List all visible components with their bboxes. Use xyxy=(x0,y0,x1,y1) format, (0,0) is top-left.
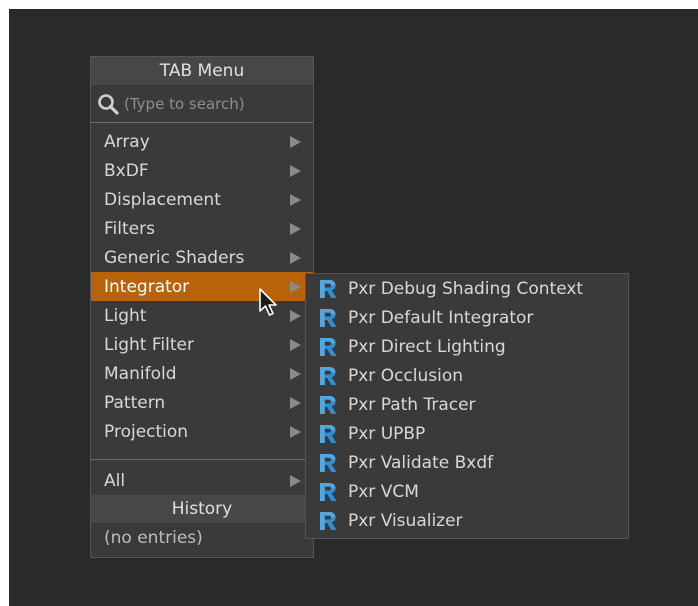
renderman-r-icon xyxy=(320,424,337,443)
submenu-item-pxr-upbp[interactable]: Pxr UPBP xyxy=(306,419,628,448)
submenu-item-label: Pxr Default Integrator xyxy=(348,307,534,328)
category-item-manifold[interactable]: Manifold xyxy=(91,359,313,388)
submenu-item-pxr-validate-bxdf[interactable]: Pxr Validate Bxdf xyxy=(306,448,628,477)
search-bar[interactable] xyxy=(91,85,313,123)
history-title: History xyxy=(91,495,313,523)
submenu-item-pxr-path-tracer[interactable]: Pxr Path Tracer xyxy=(306,390,628,419)
category-label: Integrator xyxy=(104,276,190,297)
category-label: Filters xyxy=(104,218,155,239)
category-label: Pattern xyxy=(104,392,166,413)
submenu-item-label: Pxr Debug Shading Context xyxy=(348,278,584,299)
category-label: Array xyxy=(104,131,150,152)
renderman-r-icon xyxy=(320,482,337,501)
submenu-item-label: Pxr Path Tracer xyxy=(348,394,476,415)
submenu-arrow-icon xyxy=(290,280,301,293)
submenu-item-pxr-vcm[interactable]: Pxr VCM xyxy=(306,477,628,506)
submenu-item-label: Pxr Direct Lighting xyxy=(348,336,506,357)
category-label: Displacement xyxy=(104,189,221,210)
submenu-arrow-icon xyxy=(290,164,301,177)
submenu-arrow-icon xyxy=(290,222,301,235)
category-item-projection[interactable]: Projection xyxy=(91,417,313,446)
renderman-r-icon xyxy=(320,366,337,385)
menu-divider xyxy=(91,459,313,460)
category-label: Light xyxy=(104,305,147,326)
category-item-array[interactable]: Array xyxy=(91,127,313,156)
category-item-displacement[interactable]: Displacement xyxy=(91,185,313,214)
integrator-submenu: Pxr Debug Shading Context Pxr Default Int… xyxy=(305,273,629,539)
category-item-all[interactable]: All xyxy=(91,466,313,495)
tab-menu: TAB Menu Array BxDF Displacement Filters… xyxy=(90,56,314,558)
submenu-item-label: Pxr Validate Bxdf xyxy=(348,452,494,473)
renderman-r-icon xyxy=(320,308,337,327)
submenu-arrow-icon xyxy=(290,474,301,487)
renderman-r-icon xyxy=(320,453,337,472)
submenu-arrow-icon xyxy=(290,309,301,322)
submenu-item-label: Pxr VCM xyxy=(348,481,419,502)
category-item-filters[interactable]: Filters xyxy=(91,214,313,243)
submenu-item-pxr-debug-shading-context[interactable]: Pxr Debug Shading Context xyxy=(306,274,628,303)
submenu-arrow-icon xyxy=(290,425,301,438)
renderman-r-icon xyxy=(320,511,337,530)
renderman-r-icon xyxy=(320,279,337,298)
category-item-light-filter[interactable]: Light Filter xyxy=(91,330,313,359)
category-item-pattern[interactable]: Pattern xyxy=(91,388,313,417)
category-label: Light Filter xyxy=(104,334,194,355)
category-item-bxdf[interactable]: BxDF xyxy=(91,156,313,185)
submenu-item-label: Pxr UPBP xyxy=(348,423,426,444)
category-label: All xyxy=(104,470,126,491)
category-item-generic-shaders[interactable]: Generic Shaders xyxy=(91,243,313,272)
submenu-item-pxr-default-integrator[interactable]: Pxr Default Integrator xyxy=(306,303,628,332)
renderman-r-icon xyxy=(320,395,337,414)
renderman-r-icon xyxy=(320,337,337,356)
category-label: Manifold xyxy=(104,363,177,384)
submenu-arrow-icon xyxy=(290,367,301,380)
submenu-item-label: Pxr Occlusion xyxy=(348,365,464,386)
submenu-arrow-icon xyxy=(290,251,301,264)
submenu-item-pxr-direct-lighting[interactable]: Pxr Direct Lighting xyxy=(306,332,628,361)
category-list: Array BxDF Displacement Filters Generic … xyxy=(91,123,313,446)
submenu-item-pxr-visualizer[interactable]: Pxr Visualizer xyxy=(306,506,628,535)
category-label: Generic Shaders xyxy=(104,247,245,268)
submenu-arrow-icon xyxy=(290,396,301,409)
submenu-arrow-icon xyxy=(290,135,301,148)
submenu-arrow-icon xyxy=(290,338,301,351)
history-empty-text: (no entries) xyxy=(104,528,203,548)
search-icon xyxy=(98,93,119,115)
submenu-item-label: Pxr Visualizer xyxy=(348,510,463,531)
menu-title: TAB Menu xyxy=(91,57,313,85)
category-label: Projection xyxy=(104,421,189,442)
category-label: BxDF xyxy=(104,160,149,181)
submenu-item-pxr-occlusion[interactable]: Pxr Occlusion xyxy=(306,361,628,390)
submenu-arrow-icon xyxy=(290,193,301,206)
mouse-cursor-icon xyxy=(259,288,277,316)
search-input[interactable] xyxy=(124,94,299,113)
